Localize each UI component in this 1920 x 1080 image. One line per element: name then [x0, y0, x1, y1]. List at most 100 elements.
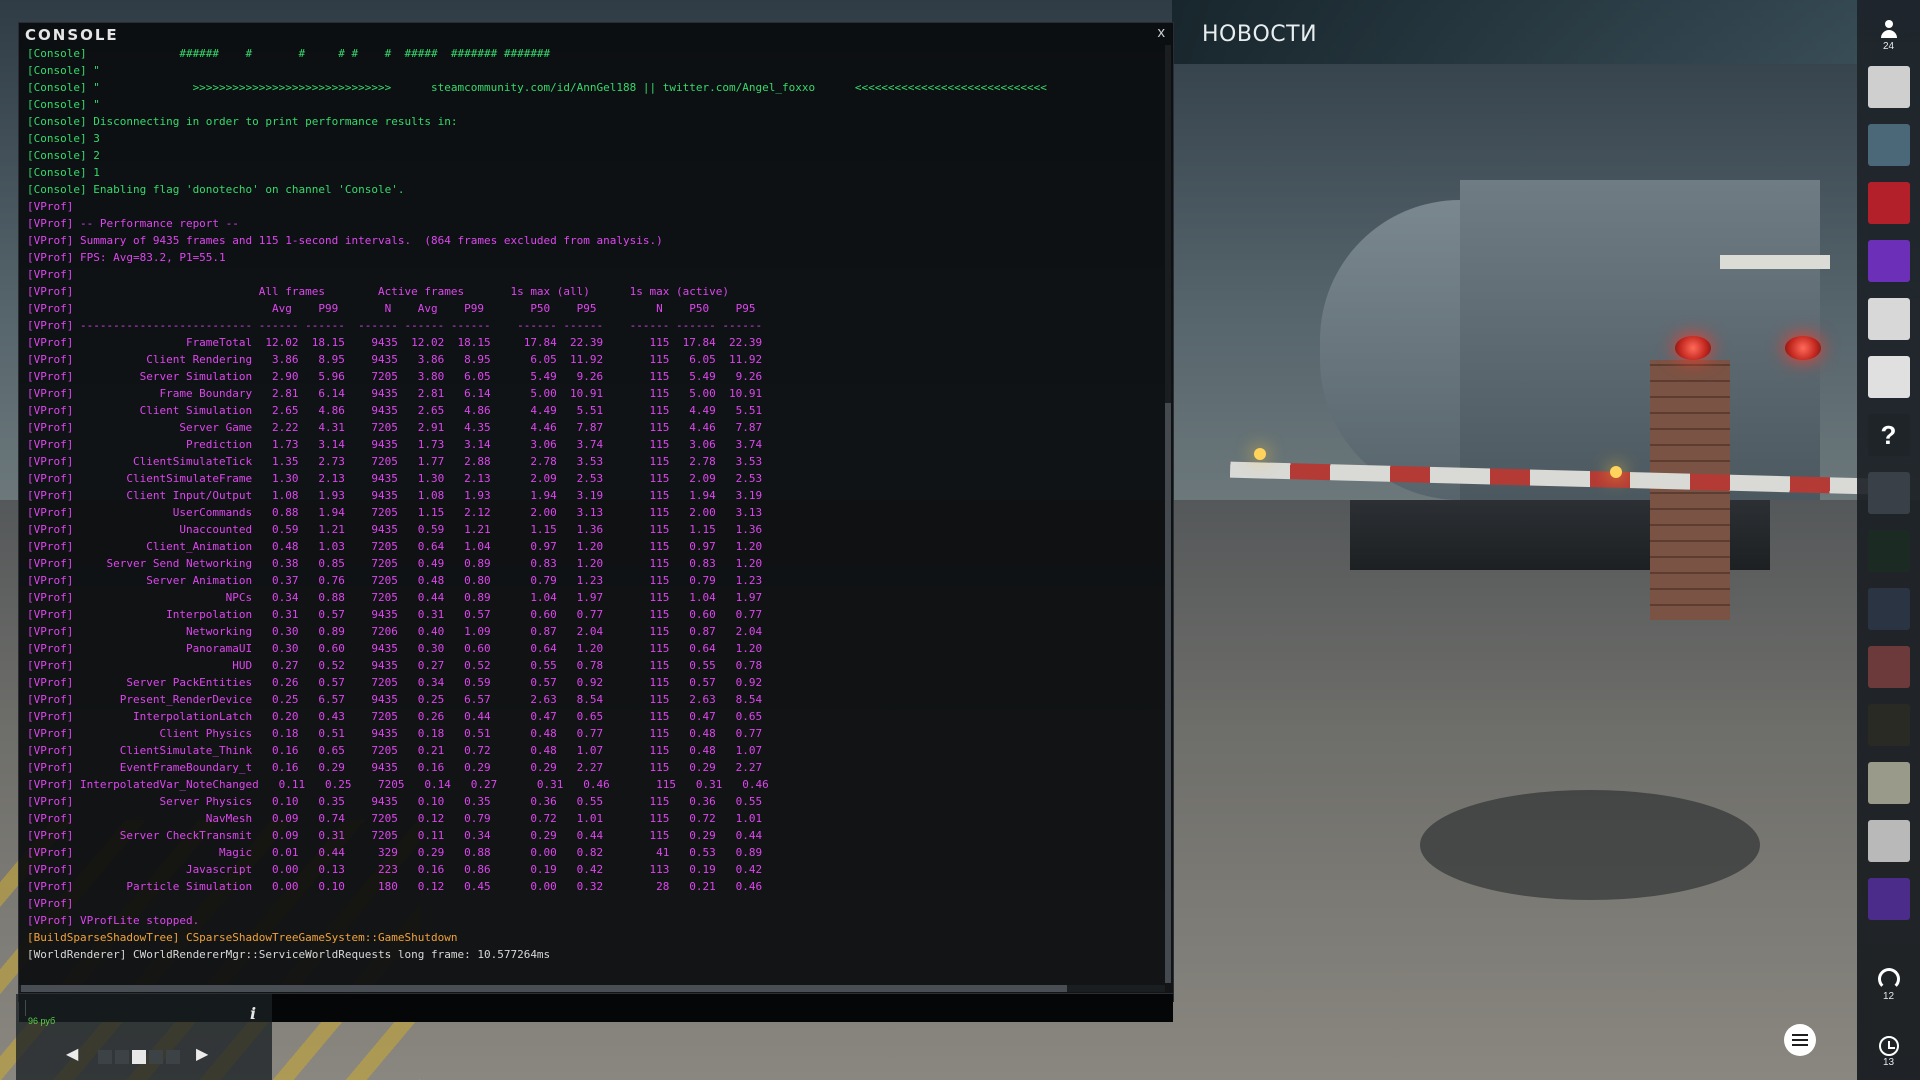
news-preview-price: 96 руб	[28, 1016, 56, 1026]
friend-avatar-6[interactable]	[1867, 356, 1910, 398]
chevron-right-icon[interactable]: ▶	[196, 1044, 208, 1064]
console-line: [VProf] Avg P99 N Avg P99 P50 P95 N P50 …	[27, 302, 756, 315]
carousel-pagination	[98, 1050, 183, 1068]
console-line: [Console] 3	[27, 132, 100, 145]
carousel-dot[interactable]	[115, 1050, 129, 1064]
console-line: [Console] " >>>>>>>>>>>>>>>>>>>>>>>>>>>>…	[27, 81, 1047, 94]
friend-avatar-10[interactable]	[1867, 588, 1910, 630]
console-line: [VProf] ClientSimulateFrame 1.30 2.13 94…	[27, 472, 763, 485]
friend-avatar-2[interactable]	[1867, 124, 1910, 166]
console-line: [VProf]	[27, 268, 74, 281]
friends-count: 24	[1882, 41, 1895, 52]
console-line: [BuildSparseShadowTree] CSparseShadowTre…	[27, 931, 458, 944]
background-lamp-right	[1610, 466, 1622, 478]
console-line: [Console] Disconnecting in order to prin…	[27, 115, 458, 128]
friends-sidebar: 24 ? 12 13	[1857, 0, 1920, 1080]
background-crossing-light-left	[1675, 336, 1711, 360]
console-line: [VProf] -- Performance report --	[27, 217, 239, 230]
carousel-dot[interactable]	[149, 1050, 163, 1064]
background-lamp-left	[1254, 448, 1266, 460]
carousel-dot[interactable]	[132, 1050, 146, 1064]
friend-avatar-11[interactable]	[1867, 646, 1910, 688]
broadcast-count: 12	[1882, 991, 1895, 1002]
friends-button[interactable]: 24	[1857, 14, 1920, 60]
console-line: [Console] "	[27, 64, 100, 77]
console-line: [VProf] Server Game 2.22 4.31 7205 2.91 …	[27, 421, 763, 434]
console-line: [VProf] Server Simulation 2.90 5.96 7205…	[27, 370, 763, 383]
console-line: [VProf] InterpolatedVar_NoteChanged 0.11…	[27, 778, 769, 791]
console-line: [VProf] -------------------------- -----…	[27, 319, 763, 332]
console-line: [VProf] Server Animation 0.37 0.76 7205 …	[27, 574, 763, 587]
console-line: [VProf] Server CheckTransmit 0.09 0.31 7…	[27, 829, 763, 842]
console-title: CONSOLE	[25, 26, 119, 44]
console-line: [VProf] FPS: Avg=83.2, P1=55.1	[27, 251, 226, 264]
console-line: [VProf] ClientSimulateTick 1.35 2.73 720…	[27, 455, 763, 468]
console-line: [VProf] Server Physics 0.10 0.35 9435 0.…	[27, 795, 763, 808]
background-puddle	[1420, 790, 1760, 900]
console-line: [Console] 2	[27, 149, 100, 162]
close-icon[interactable]: x	[1158, 24, 1166, 41]
console-line: [VProf]	[27, 200, 74, 213]
console-output[interactable]: [Console] ###### # # # # # ##### #######…	[27, 45, 1159, 983]
friend-avatar-15[interactable]	[1867, 878, 1910, 920]
console-line: [VProf]	[27, 897, 74, 910]
console-line: [VProf] HUD 0.27 0.52 9435 0.27 0.52 0.5…	[27, 659, 763, 672]
friend-avatar-9[interactable]	[1867, 530, 1910, 572]
console-line: [VProf] All frames Active frames 1s max …	[27, 285, 729, 298]
friend-avatar-unknown[interactable]: ?	[1867, 414, 1910, 456]
console-vertical-scrollbar-thumb[interactable]	[1165, 403, 1171, 983]
console-line: [VProf] Present_RenderDevice 0.25 6.57 9…	[27, 693, 763, 706]
console-horizontal-scrollbar-thumb[interactable]	[21, 985, 1067, 992]
console-line: [VProf] InterpolationLatch 0.20 0.43 720…	[27, 710, 763, 723]
sliders-icon[interactable]	[1784, 1024, 1816, 1056]
console-line: [VProf] Networking 0.30 0.89 7206 0.40 1…	[27, 625, 763, 638]
chevron-left-icon[interactable]: ◀	[66, 1044, 78, 1064]
console-line: [VProf] Client Input/Output 1.08 1.93 94…	[27, 489, 763, 502]
console-line: [VProf] UserCommands 0.88 1.94 7205 1.15…	[27, 506, 763, 519]
console-line: [VProf] EventFrameBoundary_t 0.16 0.29 9…	[27, 761, 763, 774]
console-line: [Console] Enabling flag 'donotecho' on c…	[27, 183, 405, 196]
console-line: [VProf] Client Simulation 2.65 4.86 9435…	[27, 404, 763, 417]
console-line: [VProf] NPCs 0.34 0.88 7205 0.44 0.89 1.…	[27, 591, 763, 604]
friend-avatar-4[interactable]	[1867, 240, 1910, 282]
console-title-bar[interactable]: CONSOLE x	[19, 23, 1173, 45]
console-line: [VProf] ClientSimulate_Think 0.16 0.65 7…	[27, 744, 763, 757]
console-line: [VProf] Server PackEntities 0.26 0.57 72…	[27, 676, 763, 689]
console-line: [VProf] Frame Boundary 2.81 6.14 9435 2.…	[27, 387, 763, 400]
friend-avatar-14[interactable]	[1867, 820, 1910, 862]
console-line: [Console] "	[27, 98, 100, 111]
console-line: [VProf] Summary of 9435 frames and 115 1…	[27, 234, 663, 247]
background-crossbuck	[1720, 255, 1830, 269]
broadcast-icon	[1877, 968, 1900, 990]
console-line: [VProf] Javascript 0.00 0.13 223 0.16 0.…	[27, 863, 763, 876]
friend-avatar-5[interactable]	[1867, 298, 1910, 340]
console-line: [VProf] Prediction 1.73 3.14 9435 1.73 3…	[27, 438, 763, 451]
carousel-dot[interactable]	[166, 1050, 180, 1064]
broadcast-button[interactable]: 12	[1857, 968, 1920, 1002]
friend-avatar-1[interactable]	[1867, 66, 1910, 108]
history-button[interactable]: 13	[1857, 1036, 1920, 1068]
person-icon	[1880, 20, 1897, 40]
friend-avatar-8[interactable]	[1867, 472, 1910, 514]
history-icon	[1878, 1036, 1899, 1056]
friend-avatar-12[interactable]	[1867, 704, 1910, 746]
background-crossing-light-right	[1785, 336, 1821, 360]
console-line: [VProf] PanoramaUI 0.30 0.60 9435 0.30 0…	[27, 642, 763, 655]
console-line: [VProf] Magic 0.01 0.44 329 0.29 0.88 0.…	[27, 846, 763, 859]
console-line: [VProf] Unaccounted 0.59 1.21 9435 0.59 …	[27, 523, 763, 536]
carousel-dot[interactable]	[98, 1050, 112, 1064]
console-line: [Console] ###### # # # # # ##### #######…	[27, 47, 551, 60]
news-carousel-controls: ◀ ▶	[16, 1040, 272, 1076]
console-window[interactable]: CONSOLE x [Console] ###### # # # # # ###…	[18, 22, 1174, 1022]
history-count: 13	[1882, 1057, 1895, 1068]
friend-avatar-13[interactable]	[1867, 762, 1910, 804]
console-line: [VProf] Interpolation 0.31 0.57 9435 0.3…	[27, 608, 763, 621]
console-line: [WorldRenderer] CWorldRendererMgr::Servi…	[27, 948, 551, 961]
news-title: НОВОСТИ	[1202, 22, 1318, 47]
info-icon[interactable]: i	[250, 1004, 256, 1023]
console-line: [VProf] Client_Animation 0.48 1.03 7205 …	[27, 540, 763, 553]
console-line: [VProf] Client Rendering 3.86 8.95 9435 …	[27, 353, 763, 366]
friend-avatar-3[interactable]	[1867, 182, 1910, 224]
console-line: [VProf] NavMesh 0.09 0.74 7205 0.12 0.79…	[27, 812, 763, 825]
console-line: [VProf] Server Send Networking 0.38 0.85…	[27, 557, 763, 570]
